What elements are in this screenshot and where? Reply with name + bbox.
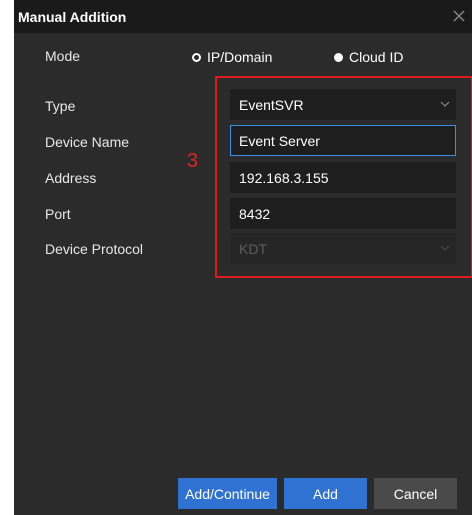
device-protocol-value: KDT [239,240,267,257]
radio-ip-domain[interactable]: IP/Domain [192,47,272,67]
close-button[interactable] [448,5,470,27]
type-select-value: EventSVR [239,96,304,113]
device-protocol-select: KDT [230,233,456,264]
close-icon [453,10,465,22]
radio-ip-domain-label: IP/Domain [207,49,273,65]
mode-label: Mode [45,48,81,64]
chevron-down-icon [440,245,450,251]
type-select[interactable]: EventSVR [230,89,456,120]
address-label: Address [45,170,97,186]
add-continue-button[interactable]: Add/Continue [178,478,277,509]
port-input[interactable]: 8432 [230,198,456,229]
add-label: Add [313,485,338,502]
manual-addition-dialog: Manual Addition Mode IP/Domain Cloud ID … [14,0,472,515]
type-label: Type [45,98,76,114]
dialog-title: Manual Addition [18,9,127,25]
device-protocol-label: Device Protocol [45,241,144,257]
radio-ip-domain-indicator [192,52,201,62]
address-input[interactable]: 192.168.3.155 [230,162,456,193]
cancel-button[interactable]: Cancel [374,478,457,509]
device-name-value: Event Server [239,132,320,149]
port-label: Port [45,206,71,222]
radio-cloud-id[interactable]: Cloud ID [334,47,403,67]
device-name-label: Device Name [45,134,130,150]
device-name-input[interactable]: Event Server [230,125,456,156]
annotation-step-number: 3 [187,150,199,172]
port-value: 8432 [239,205,271,222]
title-bar: Manual Addition [14,0,472,33]
radio-cloud-id-indicator [334,52,343,62]
cancel-label: Cancel [393,485,438,502]
chevron-down-icon [440,101,450,107]
add-continue-label: Add/Continue [185,485,270,502]
add-button[interactable]: Add [284,478,367,509]
radio-cloud-id-label: Cloud ID [349,49,404,65]
address-value: 192.168.3.155 [239,169,329,186]
